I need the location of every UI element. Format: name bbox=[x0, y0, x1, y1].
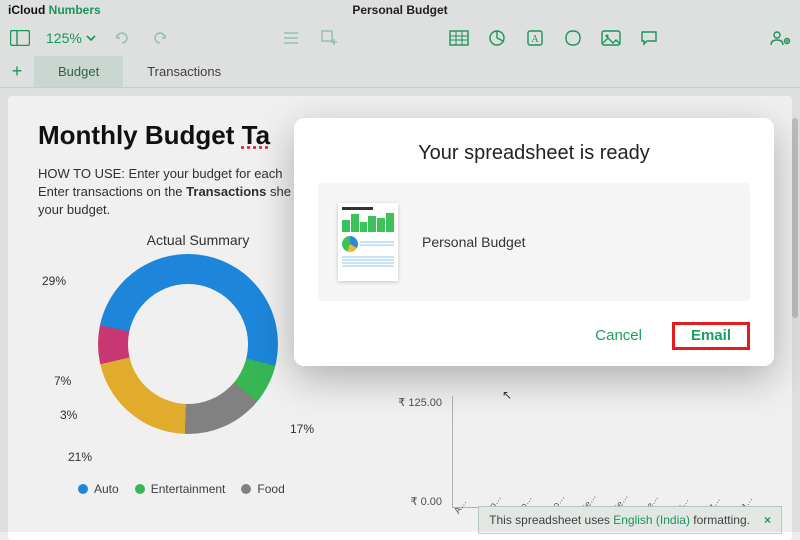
cancel-button[interactable]: Cancel bbox=[585, 321, 652, 350]
email-highlight: Email bbox=[672, 322, 750, 350]
modal-actions: Cancel Email bbox=[318, 321, 750, 350]
scrollbar-indicator[interactable] bbox=[792, 118, 798, 318]
export-ready-modal: Your spreadsheet is ready Personal Budge… bbox=[294, 118, 774, 366]
modal-preview: Personal Budget bbox=[318, 183, 750, 301]
email-button[interactable]: Email bbox=[681, 321, 741, 350]
document-thumbnail bbox=[338, 203, 398, 281]
modal-title: Your spreadsheet is ready bbox=[318, 142, 750, 165]
modal-document-name: Personal Budget bbox=[422, 234, 526, 250]
